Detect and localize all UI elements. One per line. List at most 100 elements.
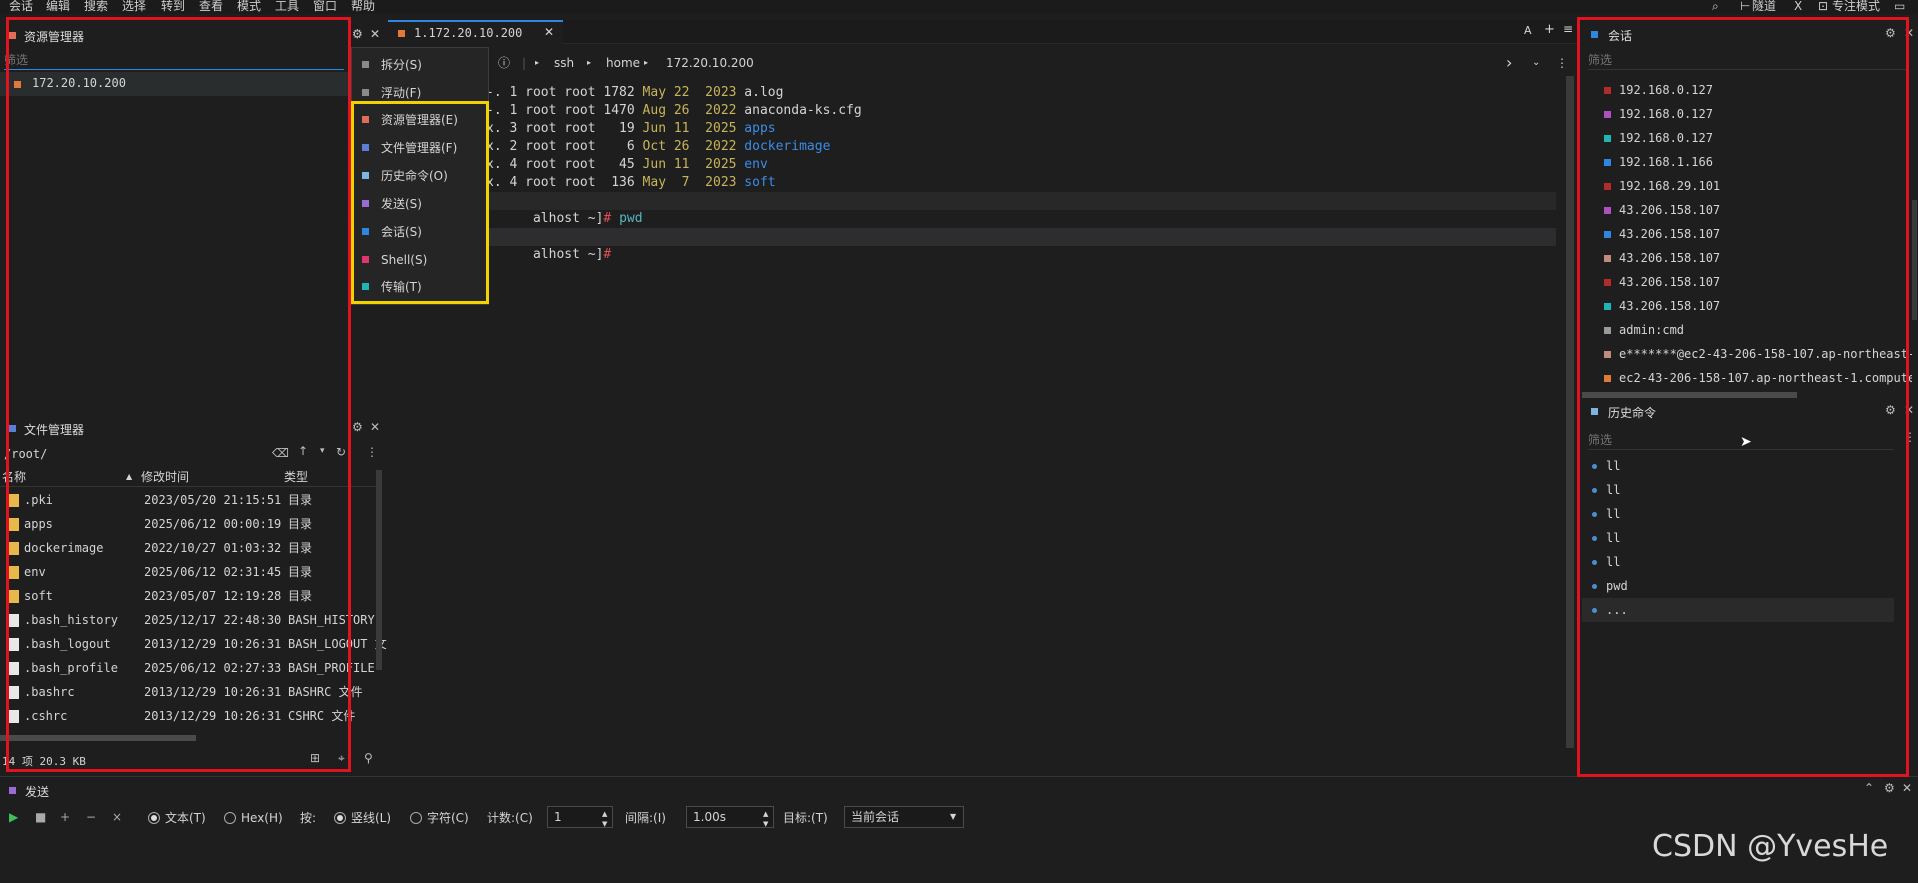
gear-icon[interactable]: ⚙ — [1885, 26, 1896, 40]
close-icon[interactable]: ✕ — [370, 420, 380, 434]
menu-item[interactable]: 传输(T) — [352, 273, 488, 301]
chevron-up-icon[interactable]: ⌃ — [1864, 781, 1874, 795]
session-item[interactable]: 192.168.29.101 — [1582, 174, 1912, 198]
menu-select[interactable]: 选择 — [122, 0, 146, 13]
hex-radio[interactable]: Hex(H) — [224, 810, 283, 826]
gear-icon[interactable]: ⚙ — [352, 27, 363, 41]
tab-list-icon[interactable]: ≡ — [1563, 22, 1573, 36]
char-radio[interactable]: 字符(C) — [410, 810, 469, 826]
table-row[interactable]: soft 2023/05/07 12:19:28 目录 — [0, 584, 386, 608]
table-row[interactable]: .cshrc 2013/12/29 10:26:31 CSHRC 文件 — [0, 704, 386, 728]
column-type[interactable]: 类型 — [284, 467, 308, 487]
menu-help[interactable]: 帮助 — [351, 0, 375, 13]
menu-item[interactable]: 浮动(F) — [352, 79, 488, 107]
info-icon[interactable]: ⓘ — [498, 52, 510, 74]
explorer-item[interactable]: 172.20.10.200 — [0, 72, 348, 96]
session-item[interactable]: 43.206.158.107 — [1582, 270, 1912, 294]
chevron-down-icon[interactable]: ⌄ — [1532, 52, 1540, 74]
menu-item[interactable]: 会话(S) — [352, 218, 488, 246]
gear-icon[interactable]: ⚙ — [1884, 781, 1895, 795]
column-modified[interactable]: 修改时间 — [141, 467, 189, 487]
up-arrow-icon[interactable]: ↑ — [298, 444, 308, 458]
close-icon[interactable]: ✕ — [370, 27, 380, 41]
vertical-scrollbar[interactable] — [1912, 200, 1917, 320]
add-tab-icon[interactable]: + — [1544, 22, 1555, 37]
location-icon[interactable]: ⌖ — [338, 751, 345, 766]
tab-session[interactable]: 1.172.20.10.200 ✕ — [388, 20, 563, 44]
terminal-output[interactable]: -. 1 root root 1782 May 22 2023 a.log -. … — [486, 84, 1556, 284]
menu-item[interactable]: 文件管理器(F) — [352, 134, 488, 162]
history-item[interactable]: ll — [1582, 478, 1894, 502]
table-row[interactable]: .bashrc 2013/12/29 10:26:31 BASHRC 文件 — [0, 680, 386, 704]
close-icon[interactable]: ✕ — [1902, 781, 1912, 795]
session-item[interactable]: 192.168.1.166 — [1582, 150, 1912, 174]
menu-item[interactable]: Shell(S) — [352, 246, 488, 274]
session-item[interactable]: 43.206.158.107 — [1582, 246, 1912, 270]
refresh-icon[interactable]: ↻ — [336, 445, 346, 459]
horizontal-scrollbar[interactable] — [1582, 392, 1797, 398]
clear-icon[interactable]: ⌫ — [272, 446, 289, 460]
explorer-filter-input[interactable] — [4, 50, 344, 70]
count-stepper[interactable]: 1 ▲ ▼ — [547, 806, 613, 828]
gear-icon[interactable]: ⚙ — [352, 420, 363, 434]
clear-icon[interactable]: × — [112, 809, 122, 825]
menu-search[interactable]: 搜索 — [84, 0, 108, 13]
menu-item[interactable]: 资源管理器(E) — [352, 106, 488, 134]
menu-mode[interactable]: 模式 — [237, 0, 261, 13]
session-item[interactable]: ec2-43-206-158-107.ap-northeast-1.comput… — [1582, 366, 1912, 390]
menu-goto[interactable]: 转到 — [161, 0, 185, 13]
path-input[interactable]: /root/ — [4, 447, 47, 461]
session-item[interactable]: 192.168.0.127 — [1582, 78, 1912, 102]
table-row[interactable]: env 2025/06/12 02:31:45 目录 — [0, 560, 386, 584]
new-folder-icon[interactable]: ⊞ — [310, 751, 320, 765]
table-row[interactable]: .pki 2023/05/20 21:15:51 目录 — [0, 488, 386, 512]
window-icon[interactable]: ▭ — [1894, 0, 1905, 13]
stop-icon[interactable]: ■ — [35, 809, 46, 825]
session-item[interactable]: e*******@ec2-43-206-158-107.ap-northeast… — [1582, 342, 1912, 366]
table-row[interactable]: apps 2025/06/12 00:00:19 目录 — [0, 512, 386, 536]
map-pin-icon[interactable]: ⚲ — [364, 751, 373, 765]
breadcrumb-item[interactable]: home — [606, 52, 640, 74]
close-icon[interactable]: ✕ — [544, 25, 554, 39]
play-icon[interactable]: ▶ — [9, 809, 18, 825]
horizontal-scrollbar[interactable] — [0, 735, 196, 741]
more-icon[interactable]: ⋮ — [1556, 52, 1568, 74]
session-item[interactable]: 43.206.158.107 — [1582, 198, 1912, 222]
chevron-right-icon[interactable]: › — [1506, 52, 1512, 74]
history-item[interactable]: pwd — [1582, 574, 1894, 598]
gear-icon[interactable]: ⚙ — [1885, 403, 1896, 417]
breadcrumb-item[interactable]: 172.20.10.200 — [666, 52, 754, 74]
line-radio[interactable]: 竖线(L) — [334, 810, 391, 826]
remove-icon[interactable]: − — [86, 809, 96, 825]
breadcrumb-item[interactable]: ssh — [554, 52, 574, 74]
menu-item[interactable]: 历史命令(O) — [352, 162, 488, 190]
close-icon[interactable]: ✕ — [1904, 26, 1914, 40]
table-row[interactable]: dockerimage 2022/10/27 01:03:32 目录 — [0, 536, 386, 560]
menu-session[interactable]: 会话 — [9, 0, 33, 13]
font-size-icon[interactable]: A — [1524, 24, 1532, 37]
close-icon[interactable]: ✕ — [1904, 403, 1914, 417]
focus-mode-button[interactable]: 专注模式 — [1832, 0, 1880, 13]
text-radio[interactable]: 文本(T) — [148, 810, 206, 826]
history-item[interactable]: ll — [1582, 454, 1894, 478]
vertical-scrollbar[interactable] — [376, 470, 382, 670]
more-icon[interactable]: ⋮ — [1904, 430, 1916, 444]
session-item[interactable]: 192.168.0.127 — [1582, 102, 1912, 126]
target-select[interactable]: 当前会话 ▼ — [844, 806, 964, 828]
stepper-down-icon[interactable]: ▼ — [602, 814, 607, 834]
history-item[interactable]: ll — [1582, 526, 1894, 550]
stepper-down-icon[interactable]: ▼ — [763, 814, 768, 834]
session-item[interactable]: 43.206.158.107 — [1582, 294, 1912, 318]
menu-window[interactable]: 窗口 — [313, 0, 337, 13]
interval-stepper[interactable]: 1.00s ▲ ▼ — [686, 806, 774, 828]
chevron-down-icon[interactable]: ▾ — [320, 446, 325, 456]
search-icon[interactable]: ⌕ — [1712, 0, 1719, 13]
x-button[interactable]: X — [1794, 0, 1802, 13]
add-icon[interactable]: + — [60, 809, 70, 825]
menu-view[interactable]: 查看 — [199, 0, 223, 13]
history-item[interactable]: ll — [1582, 550, 1894, 574]
session-item[interactable]: 43.206.158.107 — [1582, 222, 1912, 246]
history-item[interactable]: ll — [1582, 502, 1894, 526]
menu-item[interactable]: 发送(S) — [352, 190, 488, 218]
column-name[interactable]: 名称 — [2, 467, 26, 487]
